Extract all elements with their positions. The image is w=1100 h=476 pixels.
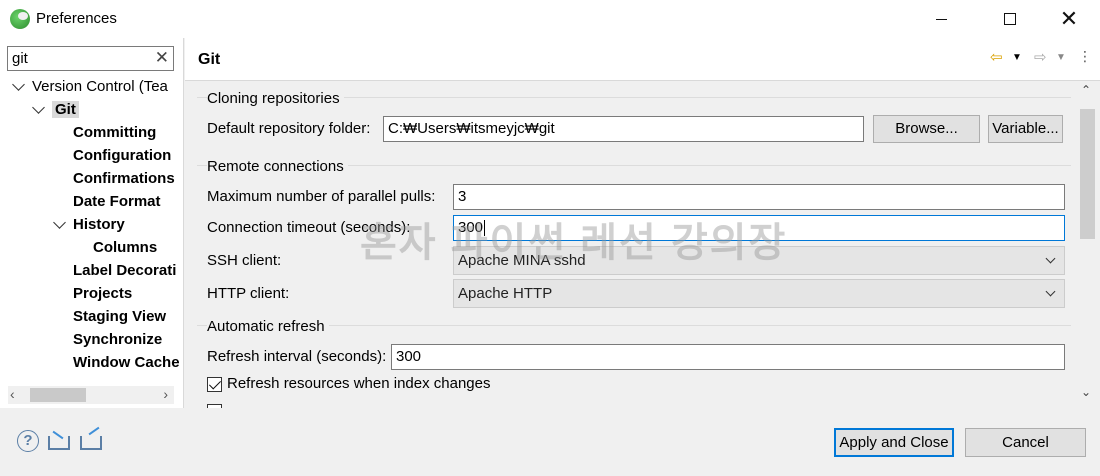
tree-item-label: Synchronize [73, 331, 163, 348]
timeout-label: Connection timeout (seconds): [207, 219, 411, 236]
page-title: Git [198, 51, 221, 68]
ssh-client-value: Apache MINA sshd [458, 252, 586, 269]
scroll-left-icon[interactable]: ‹ [10, 386, 15, 402]
view-menu-icon[interactable]: ⋮ [1078, 48, 1092, 65]
apply-and-close-button[interactable]: Apply and Close [834, 428, 954, 457]
scrollbar-thumb[interactable] [30, 388, 86, 402]
http-client-value: Apache HTTP [458, 285, 553, 302]
filter-field[interactable]: ✕ [7, 46, 174, 71]
maximize-button[interactable] [987, 0, 1033, 38]
maximize-icon [1004, 13, 1016, 25]
max-pulls-input[interactable]: 3 [453, 184, 1065, 210]
chevron-down-icon [1045, 286, 1056, 297]
tree-item-label: Version Control (Tea [32, 78, 168, 95]
tree-item[interactable]: Confirmations [73, 168, 175, 190]
tree-item[interactable]: Version Control (Tea [12, 76, 168, 98]
import-icon[interactable] [48, 436, 70, 450]
ssh-client-select[interactable]: Apache MINA sshd [453, 246, 1065, 275]
page-vertical-scrollbar[interactable]: ⌃ ⌄ [1075, 81, 1100, 408]
tree-item[interactable]: Window Cache [73, 352, 180, 374]
preferences-window: Preferences ✕ ✕ Version Control (Tea Git C… [0, 0, 1100, 476]
back-arrow-icon[interactable]: ⇦ [990, 48, 1003, 66]
tree-item[interactable]: Committing [73, 122, 156, 144]
tree-item[interactable]: Git [32, 99, 79, 121]
tree-horizontal-scrollbar[interactable]: ‹ › [8, 386, 174, 404]
browse-button[interactable]: Browse... [873, 115, 980, 143]
eclipse-app-icon [10, 9, 30, 29]
help-icon[interactable]: ? [17, 430, 39, 452]
tree-item[interactable]: Synchronize [73, 329, 162, 351]
default-folder-label: Default repository folder: [207, 120, 371, 137]
cloning-group: Cloning repositories Default repository … [197, 90, 1071, 157]
page-content: Cloning repositories Default repository … [185, 81, 1075, 408]
refresh-on-index-checkbox[interactable] [207, 377, 222, 392]
automatic-refresh-group: Automatic refresh Refresh interval (seco… [197, 318, 1071, 408]
tree-item-label: Window Cache [73, 354, 180, 371]
http-client-select[interactable]: Apache HTTP [453, 279, 1065, 308]
tree-item-label: Columns [93, 239, 158, 256]
tree-item-label: Staging View [73, 308, 167, 325]
cloning-group-title: Cloning repositories [207, 90, 344, 107]
scroll-down-icon[interactable]: ⌄ [1081, 385, 1091, 399]
page-navigation-toolbar: ⇦ ▼ ⇨ ▼ ⋮ [990, 48, 1092, 68]
preferences-sidebar: ✕ Version Control (Tea Git Committing Confi… [0, 38, 184, 408]
tree-item-label: Git [52, 101, 79, 118]
tree-item-label: Configuration [73, 147, 172, 164]
tree-item[interactable]: Projects [73, 283, 132, 305]
minimize-button[interactable] [918, 0, 964, 38]
chevron-down-icon [1045, 253, 1056, 264]
close-button[interactable]: ✕ [1046, 0, 1092, 38]
tree-item-label: Projects [73, 285, 133, 302]
chevron-down-icon[interactable] [53, 216, 66, 229]
remote-connections-group: Remote connections Maximum number of par… [197, 158, 1071, 325]
scroll-up-icon[interactable]: ⌃ [1081, 83, 1091, 97]
variable-button[interactable]: Variable... [988, 115, 1063, 143]
minimize-icon [935, 18, 947, 20]
tree-item[interactable]: History [53, 214, 125, 236]
export-icon[interactable] [80, 436, 102, 450]
dialog-footer: ? Apply and Close Cancel [0, 408, 1100, 476]
refresh-on-index-label: Refresh resources when index changes [227, 375, 491, 392]
window-title: Preferences [36, 10, 117, 27]
forward-arrow-icon[interactable]: ⇨ [1034, 48, 1047, 66]
http-client-label: HTTP client: [207, 285, 290, 302]
max-pulls-label: Maximum number of parallel pulls: [207, 188, 436, 205]
refresh-interval-input[interactable]: 300 [391, 344, 1065, 370]
ssh-client-label: SSH client: [207, 252, 282, 269]
tree-item-label: Label Decorati [73, 262, 177, 279]
remote-group-title: Remote connections [207, 158, 348, 175]
tree-item-label: Confirmations [73, 170, 175, 187]
text-caret [484, 220, 486, 237]
scrollbar-thumb[interactable] [1080, 109, 1095, 239]
back-menu-chevron-icon[interactable]: ▼ [1012, 52, 1022, 63]
tree-item-label: History [73, 216, 125, 233]
timeout-value: 300 [458, 219, 484, 236]
forward-menu-chevron-icon[interactable]: ▼ [1056, 52, 1066, 63]
tree-item[interactable]: Columns [93, 237, 157, 259]
clear-filter-icon[interactable]: ✕ [155, 48, 169, 68]
preference-tree[interactable]: Version Control (Tea Git Committing Configu… [0, 76, 183, 384]
cancel-button[interactable]: Cancel [965, 428, 1086, 457]
timeout-input[interactable]: 300 [453, 215, 1065, 241]
tree-item[interactable]: Staging View [73, 306, 166, 328]
tree-item[interactable]: Label Decorati [73, 260, 176, 282]
tree-item[interactable]: Date Format [73, 191, 161, 213]
chevron-down-icon[interactable] [12, 78, 25, 91]
title-bar: Preferences ✕ [0, 0, 1100, 38]
chevron-down-icon[interactable] [32, 101, 45, 114]
default-folder-input[interactable]: C:₩Users₩itsmeyjc₩git [383, 116, 864, 142]
scroll-right-icon[interactable]: › [163, 386, 168, 402]
tree-item-label: Date Format [73, 193, 161, 210]
refresh-interval-label: Refresh interval (seconds): [207, 348, 387, 365]
tree-item[interactable]: Configuration [73, 145, 171, 167]
refresh-group-title: Automatic refresh [207, 318, 329, 335]
tree-item-label: Committing [73, 124, 157, 141]
preference-page: Git ⇦ ▼ ⇨ ▼ ⋮ Cloning repositories Defau… [185, 38, 1100, 408]
filter-input[interactable] [8, 47, 148, 70]
